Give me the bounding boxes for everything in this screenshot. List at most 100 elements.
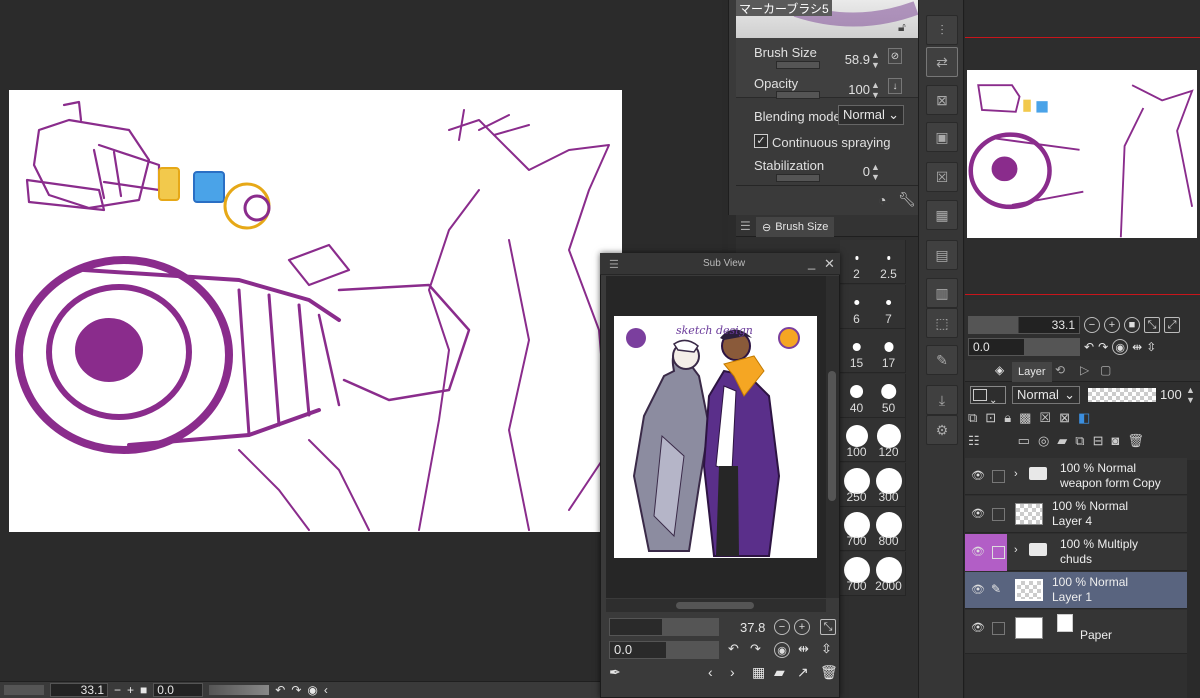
brush-size-cell[interactable]: 6	[840, 284, 874, 329]
flip-vertical-icon[interactable]: ⇳	[1146, 340, 1156, 354]
zoom-out-icon[interactable]: −	[774, 619, 790, 635]
brush-size-value[interactable]: 58.9	[838, 52, 870, 67]
chevron-right-icon[interactable]: ›	[1014, 544, 1018, 556]
chevron-right-icon[interactable]: ›	[1014, 468, 1018, 480]
wrench-icon[interactable]: 🔧︎	[898, 191, 916, 208]
fill-icon[interactable]: ▣	[926, 122, 958, 152]
brush-size-cell[interactable]: 700	[840, 507, 874, 551]
scroll-left-icon[interactable]: ‹	[324, 683, 328, 697]
image-icon[interactable]: ▥	[926, 278, 958, 308]
navigator-thumbnail[interactable]	[967, 70, 1197, 238]
eye-icon[interactable]: 👁︎	[971, 621, 985, 635]
brush-size-cell[interactable]: 800	[872, 507, 906, 551]
sub-view-vertical-scrollbar[interactable]	[826, 276, 839, 598]
eyedropper-icon[interactable]: ✒	[609, 664, 621, 681]
eye-icon[interactable]: 👁︎	[971, 545, 985, 559]
sub-tool-detail-icon[interactable]: ◔	[878, 192, 886, 208]
main-canvas[interactable]	[9, 90, 622, 532]
rotate-right-icon[interactable]: ↷	[1098, 340, 1108, 354]
delete-icon[interactable]: 🗑︎	[820, 664, 838, 681]
clip-icon[interactable]: ⧉	[968, 410, 977, 426]
sliders-icon[interactable]: ⫶	[926, 15, 958, 45]
rotate-left-icon[interactable]: ↶	[728, 641, 739, 657]
minimize-icon[interactable]: _	[808, 255, 815, 270]
new-raster-layer-icon[interactable]: ▭	[1018, 433, 1030, 449]
layer-blend-mode-select[interactable]: Normal ⌄	[1012, 386, 1080, 404]
navigator-rotation-field[interactable]: 0.0	[968, 338, 1080, 356]
brush-size-cell[interactable]: 40	[840, 373, 874, 418]
navigator-zoom-field[interactable]: 33.1	[968, 316, 1080, 334]
new-folder-icon[interactable]: ▰	[1057, 433, 1067, 449]
brush-size-spinner-icon[interactable]: ▲ ▼	[871, 50, 880, 70]
status-rotation-field[interactable]: 0.0	[153, 683, 204, 697]
continuous-spraying-checkbox[interactable]: ✓	[754, 134, 768, 148]
layer-list-icon[interactable]: ☷	[968, 433, 980, 449]
transparency-icon[interactable]: ▦	[926, 200, 958, 230]
export-icon[interactable]: ↗	[797, 664, 809, 681]
layer-checkbox[interactable]	[992, 508, 1005, 521]
reference-icon[interactable]: ⊡	[985, 410, 996, 426]
zoom-out-icon[interactable]: −	[1084, 317, 1100, 333]
fit-window-icon[interactable]: ⤡	[1144, 317, 1160, 333]
canvas-size-icon[interactable]: ▤	[926, 240, 958, 270]
new-vector-layer-icon[interactable]: ◎	[1038, 433, 1049, 449]
brush-size-slider[interactable]	[776, 61, 820, 69]
opacity-value[interactable]: 100	[838, 82, 870, 97]
clear-icon[interactable]: ⊠	[926, 85, 958, 115]
menu-icon[interactable]: ☰	[609, 258, 619, 271]
zoom-in-icon[interactable]: +	[1104, 317, 1120, 333]
zoom-in-icon[interactable]: +	[794, 619, 810, 635]
stabilization-spinner-icon[interactable]: ▲ ▼	[871, 162, 880, 182]
previous-image-icon[interactable]: ‹	[708, 664, 713, 680]
close-icon[interactable]: ✕	[824, 256, 835, 272]
stop-icon[interactable]: ■	[1124, 317, 1140, 333]
fit-window-icon[interactable]: ⤡	[820, 619, 836, 635]
eye-icon[interactable]: 👁︎	[971, 583, 985, 597]
lock-icon[interactable]: 🔓︎	[898, 20, 906, 35]
layer-row-layer-1[interactable]: 👁︎ ✎ 100 % Normal Layer 1	[965, 572, 1187, 609]
lock-transparency-icon[interactable]: ▩	[1019, 410, 1031, 426]
opacity-spinner-icon[interactable]: ▲ ▼	[871, 80, 880, 100]
delete-layer-icon[interactable]: 🗑︎	[1127, 433, 1144, 449]
layer-opacity-slider[interactable]	[1088, 388, 1156, 402]
next-image-icon[interactable]: ›	[730, 664, 735, 680]
color-icon[interactable]: ◧	[1078, 410, 1090, 426]
rotate-right-icon[interactable]: ↷	[291, 683, 301, 697]
brush-size-cell[interactable]: 100	[840, 418, 874, 462]
rotate-left-icon[interactable]: ↶	[1084, 340, 1094, 354]
mask-icon[interactable]: ☒	[1039, 410, 1051, 426]
delete-selection-icon[interactable]: ☒	[926, 162, 958, 192]
eye-icon[interactable]: 👁︎	[971, 507, 985, 521]
layer-row-layer-4[interactable]: 👁︎ 100 % Normal Layer 4	[965, 496, 1187, 533]
layer-checkbox[interactable]	[992, 546, 1005, 559]
rotate-left-icon[interactable]: ↶	[275, 683, 285, 697]
tab-layer[interactable]: Layer	[1012, 362, 1052, 382]
flip-horizontal-icon[interactable]: ⇹	[1132, 340, 1142, 354]
lock-icon[interactable]: 🔒︎	[1004, 410, 1011, 426]
edit-icon[interactable]: ✎	[926, 345, 958, 375]
zoom-out-icon[interactable]: −	[114, 683, 121, 697]
layer-checkbox[interactable]	[992, 470, 1005, 483]
flip-horizontal-icon[interactable]: ⇹	[798, 641, 809, 657]
brush-size-cell[interactable]: 15	[840, 329, 874, 373]
tab-brush-size[interactable]: ⊖ Brush Size	[756, 217, 835, 237]
reset-rotation-icon[interactable]: ◉	[307, 683, 317, 697]
export-icon[interactable]: ⤓	[926, 385, 958, 415]
copy-layer-icon[interactable]: ⧉	[1075, 433, 1084, 449]
flip-vertical-icon[interactable]: ⇳	[821, 641, 832, 657]
sub-view-rotation-field[interactable]: 0.0	[609, 641, 719, 659]
settings-icon[interactable]: ⚙	[926, 415, 958, 445]
layer-row-weapon-form-copy[interactable]: 👁︎ › 100 % Normal weapon form Copy	[965, 458, 1187, 495]
grid-view-icon[interactable]: ▦	[752, 664, 765, 681]
swap-icon[interactable]: ⇄	[926, 47, 958, 77]
eye-icon[interactable]: 👁︎	[971, 469, 985, 483]
opacity-settings-icon[interactable]: ↓	[888, 78, 902, 94]
rotate-right-icon[interactable]: ↷	[750, 641, 761, 657]
sub-view-zoom-value[interactable]: 37.8	[740, 620, 765, 635]
scroll-thumb[interactable]	[828, 371, 836, 501]
history-icon[interactable]: ⟲	[1055, 363, 1065, 377]
sub-view-horizontal-scrollbar[interactable]	[606, 599, 826, 612]
blending-mode-select[interactable]: Normal ⌄	[838, 105, 904, 125]
brush-size-cell[interactable]: 2	[840, 240, 874, 284]
stabilization-value[interactable]: 0	[838, 164, 870, 179]
